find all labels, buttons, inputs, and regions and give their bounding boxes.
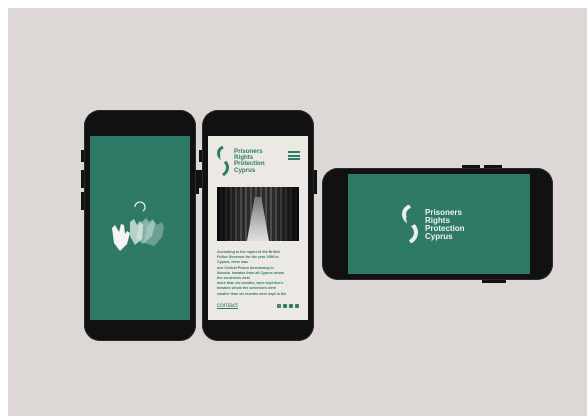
facebook-icon[interactable]: f [277,304,281,308]
twitter-icon[interactable] [289,304,293,308]
instagram-icon[interactable] [283,304,287,308]
presentation-background: Prisoners Rights Protection Cyprus Accor… [8,8,587,416]
menu-hamburger-icon[interactable] [288,151,300,160]
social-links: f [277,304,299,308]
youtube-icon[interactable] [295,304,299,308]
logo-icon [217,146,229,176]
phone-article: Prisoners Rights Protection Cyprus Accor… [199,110,317,341]
hands-loading-icon [112,201,164,251]
phone-splash [81,110,199,341]
brand-line: Cyprus [425,232,453,241]
splash-screen [90,136,190,320]
phone-landscape-logo: Prisoners Rights Protection Cyprus [322,165,553,283]
brand-wordmark: Prisoners Rights Protection Cyprus [425,209,465,241]
logo-icon [402,205,418,243]
brand-wordmark[interactable]: Prisoners Rights Protection Cyprus [234,148,265,174]
logo-screen: Prisoners Rights Protection Cyprus [348,174,530,274]
article-text: According to the report of the British P… [217,250,301,297]
article-screen: Prisoners Rights Protection Cyprus Accor… [208,136,308,320]
contact-link[interactable]: contact [217,302,238,309]
brand-line: Cyprus [234,166,256,174]
prison-corridor-image [217,187,299,241]
article-line: smaller than six months were kept in the [217,291,287,296]
